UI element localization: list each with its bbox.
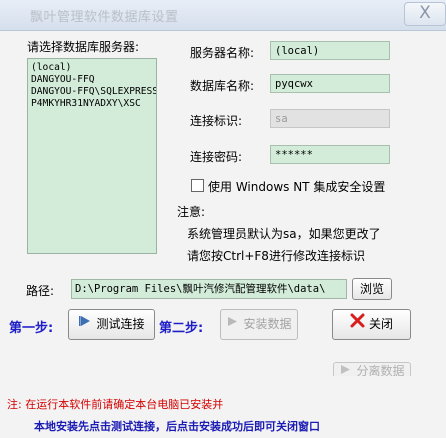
title-bar: 飘叶管理软件数据库设置 X — [0, 0, 446, 31]
login-id-label: 连接标识: — [190, 114, 243, 128]
install-arrow-icon — [226, 310, 239, 339]
password-field[interactable]: ****** — [270, 145, 390, 164]
partial-arrow-icon — [339, 363, 352, 376]
server-list-item[interactable]: DANGYOU-FFQ — [28, 74, 156, 86]
close-label: 关闭 — [368, 317, 393, 331]
close-button[interactable]: 关闭 — [332, 309, 411, 340]
window-title: 飘叶管理软件数据库设置 — [30, 10, 179, 25]
server-name-label: 服务器名称: — [190, 46, 255, 60]
install-instruction: 本地安装先点击测试连接，后点击安装成功后即可关闭窗口 — [34, 420, 320, 433]
browse-button[interactable]: 浏览 — [352, 278, 392, 300]
windows-auth-checkbox[interactable] — [191, 179, 204, 192]
server-list-item[interactable]: P4MKYHR31NYADXY\XSC — [28, 98, 156, 110]
login-id-field[interactable]: sa — [270, 109, 390, 128]
password-label: 连接密码: — [190, 150, 243, 164]
windows-auth-label: 使用 Windows NT 集成安全设置 — [208, 180, 386, 194]
step-1-label: 第一步: — [9, 321, 54, 336]
path-label: 路径: — [26, 284, 55, 298]
notes-line-2: 请您按Ctrl+F8进行修改连接标识 — [187, 249, 365, 263]
server-list-label: 请选择数据库服务器: — [27, 40, 140, 54]
notes-heading: 注意: — [177, 205, 206, 219]
window-close-button[interactable]: X — [404, 2, 446, 26]
server-name-field[interactable]: (local) — [270, 41, 390, 60]
server-listbox[interactable]: (local) DANGYOU-FFQ DANGYOU-FFQ\SQLEXPRE… — [27, 58, 157, 254]
test-connection-button[interactable]: 测试连接 — [68, 309, 155, 340]
path-field[interactable]: D:\Program Files\飘叶汽修汽配管理软件\data\ — [71, 279, 347, 299]
play-arrow-icon — [78, 310, 92, 339]
server-list-item[interactable]: (local) — [28, 62, 156, 74]
db-name-label: 数据库名称: — [190, 79, 255, 93]
notes-line-1: 系统管理员默认为sa，如果您更改了 — [187, 227, 381, 241]
install-data-label: 安装数据 — [243, 317, 292, 331]
db-name-field[interactable]: pyqcwx — [270, 74, 390, 93]
install-data-button[interactable]: 安装数据 — [220, 309, 298, 340]
partial-data-label: 分离数据 — [356, 364, 405, 378]
test-connection-label: 测试连接 — [96, 317, 145, 331]
step-2-label: 第二步: — [159, 321, 204, 336]
red-x-icon — [350, 310, 365, 339]
server-list-item[interactable]: DANGYOU-FFQ\SQLEXPRESS — [28, 86, 156, 98]
partial-data-button[interactable]: 分离数据 — [333, 362, 411, 378]
install-warning: 注: 在运行本软件前请确定本台电脑已安装并 — [7, 398, 224, 411]
